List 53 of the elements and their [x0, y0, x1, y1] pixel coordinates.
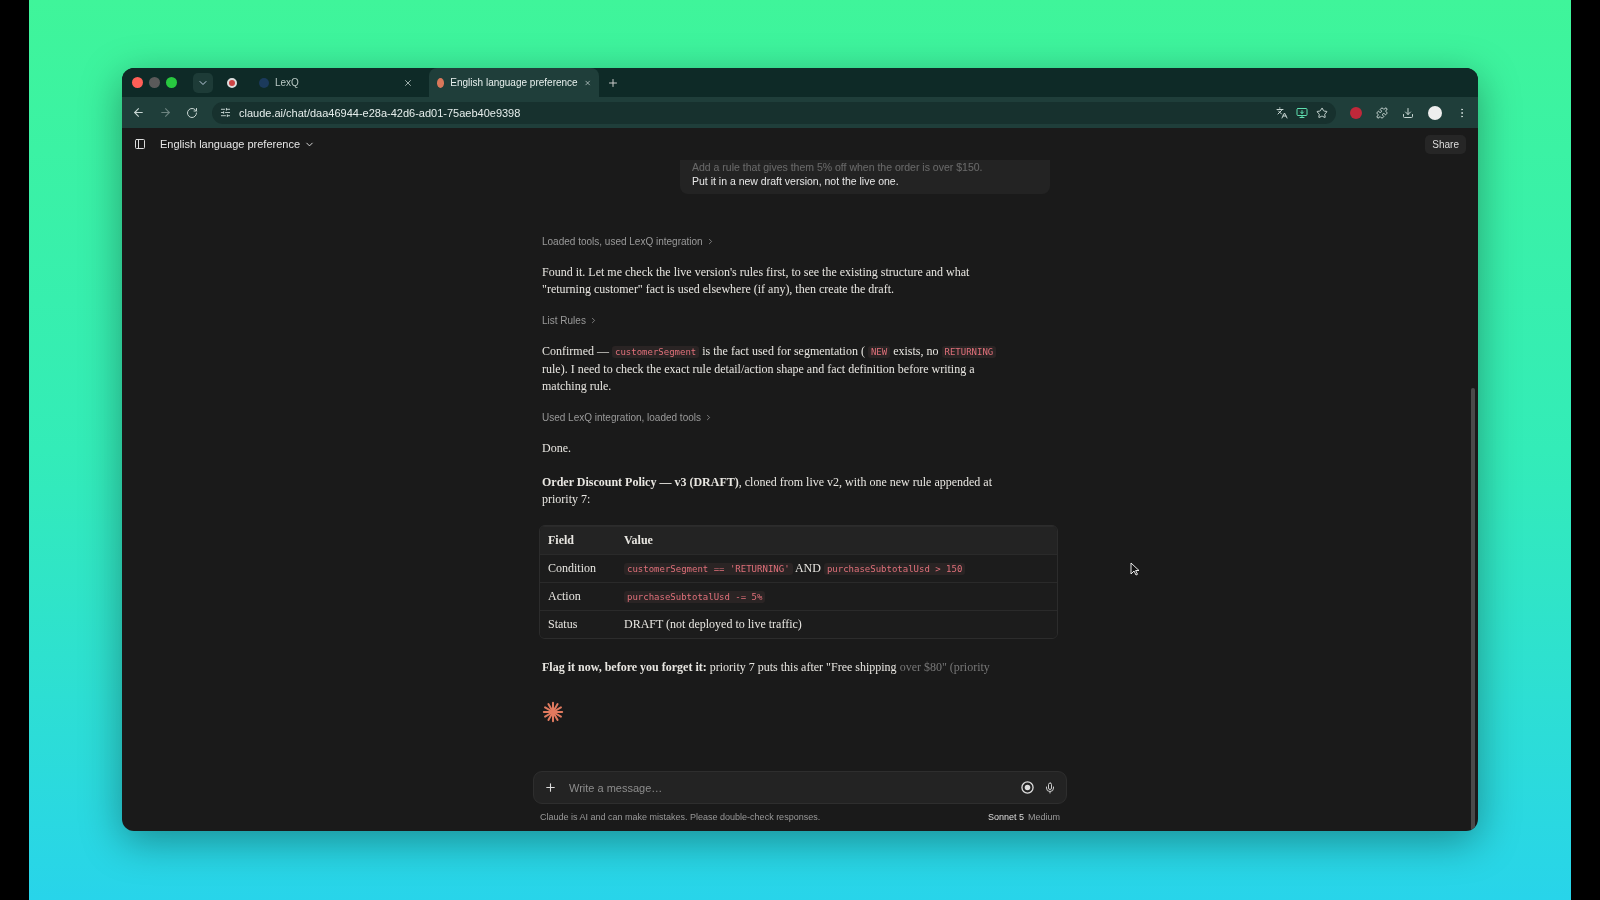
chevron-right-icon	[704, 413, 713, 422]
microphone-icon[interactable]	[1044, 781, 1056, 794]
model-selector[interactable]: Sonnet 5	[987, 812, 1024, 822]
message-input[interactable]: Write a message…	[567, 780, 1011, 795]
forward-icon[interactable]	[159, 106, 172, 119]
response-paragraph: Order Discount Policy — v3 (DRAFT), cloned from live v2, with one new rule appended at priority 7:	[542, 474, 994, 508]
table-cell: purchaseSubtotalUsd -= 5%	[624, 587, 1049, 606]
table-cell-text: Condition	[548, 560, 597, 577]
close-icon[interactable]	[583, 77, 591, 88]
record-icon[interactable]	[227, 77, 237, 88]
back-icon[interactable]	[132, 106, 145, 119]
tab-list-button[interactable]	[193, 72, 213, 93]
mouse-cursor-icon	[1130, 562, 1140, 576]
response-paragraph: Flag it now, before you forget it: priority 7 puts this after "Free shipping over $80" (priority	[542, 659, 991, 676]
install-icon[interactable]	[1296, 106, 1308, 119]
response-paragraph: Done.	[542, 440, 572, 457]
disclaimer-text: Claude is AI and can make mistakes. Please double-check responses.	[540, 812, 821, 822]
tool-use-toggle[interactable]: Used LexQ integration, loaded tools	[542, 412, 713, 423]
profile-avatar[interactable]	[1428, 105, 1442, 120]
table-cell-text: Action	[548, 588, 582, 605]
favicon-icon	[259, 77, 269, 88]
extensions-icon[interactable]	[1376, 106, 1388, 119]
add-icon[interactable]	[544, 781, 557, 794]
browser-tab[interactable]: LexQ	[251, 68, 421, 97]
favicon-icon	[437, 77, 445, 88]
tool-use-toggle[interactable]: List Rules	[542, 315, 598, 326]
column-header: Field	[548, 532, 575, 549]
maximize-window-button[interactable]	[166, 77, 177, 88]
response-paragraph: Confirmed — customerSegment is the fact used for segmentation ( NEW exists, no RETURNING rule). I need to check the exact rule detail/action shape and fact definition before writing a matching rule.	[542, 343, 1012, 395]
table-cell-text: Status	[548, 616, 579, 633]
new-tab-icon[interactable]	[607, 76, 619, 89]
address-bar[interactable]: claude.ai/chat/daa46944-e28a-42d6-ad01-75aeb40e9398	[212, 101, 1336, 124]
spark-icon	[542, 701, 564, 723]
close-window-button[interactable]	[132, 77, 143, 88]
effort-selector[interactable]: Medium	[1024, 812, 1060, 822]
response-paragraph: Found it. Let me check the live version's rules first, to see the existing structure and what "returning customer" fact is used elsewhere (if any), then create the draft.	[542, 264, 971, 298]
bookmark-star-icon[interactable]	[1316, 106, 1328, 119]
browser-tab[interactable]: English language preference	[429, 68, 599, 97]
share-button[interactable]: Share	[1425, 134, 1466, 154]
chat-title[interactable]: English language preference	[160, 138, 316, 150]
table-cell: customerSegment == 'RETURNING' AND purchaseSubtotalUsd > 150	[624, 559, 1049, 578]
scrollbar[interactable]	[1471, 388, 1475, 831]
sidebar-toggle-icon[interactable]	[134, 138, 146, 150]
translate-icon[interactable]	[1276, 106, 1288, 119]
site-settings-icon[interactable]	[220, 107, 231, 118]
message-composer[interactable]: Write a message…	[533, 771, 1067, 804]
close-icon[interactable]	[403, 77, 413, 88]
reload-icon[interactable]	[186, 106, 198, 119]
record-icon[interactable]	[1021, 781, 1034, 794]
download-icon[interactable]	[1402, 106, 1414, 119]
tool-use-toggle[interactable]: Loaded tools, used LexQ integration	[542, 236, 715, 247]
column-header: Value	[624, 532, 654, 549]
table-cell-text: DRAFT (not deployed to live traffic)	[624, 616, 803, 633]
